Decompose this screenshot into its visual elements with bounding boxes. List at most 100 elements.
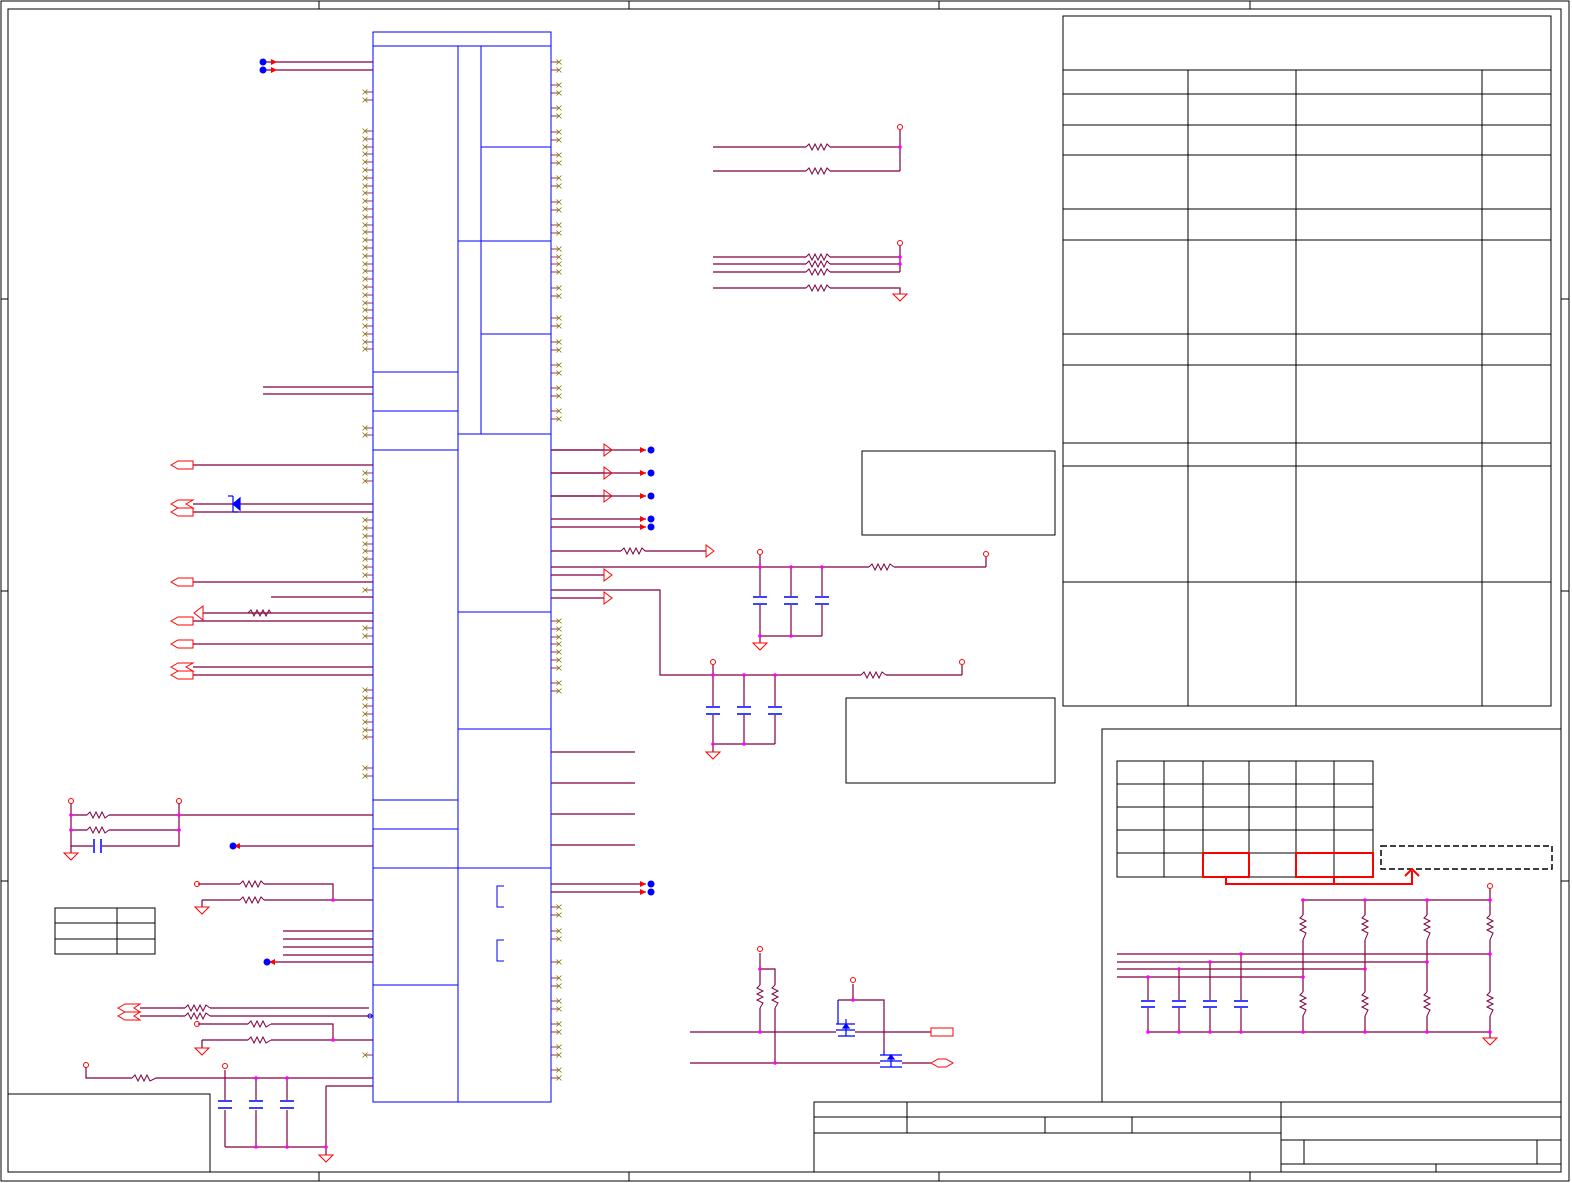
resistor-symbol bbox=[1298, 914, 1308, 941]
capacitor-symbol bbox=[1203, 1000, 1217, 1008]
resistor-symbol bbox=[805, 259, 831, 269]
resistor-symbol bbox=[620, 546, 646, 556]
strap-highlight bbox=[1202, 852, 1420, 885]
power-port-symbol bbox=[983, 551, 989, 557]
capacitor-symbol bbox=[768, 706, 782, 715]
resistor-symbol bbox=[131, 1073, 157, 1083]
off-page-connector-symbol bbox=[169, 662, 195, 672]
off-page-connector-symbol bbox=[603, 591, 613, 605]
mosfet-symbols bbox=[836, 1000, 902, 1068]
resistor-symbol bbox=[755, 984, 765, 1009]
mosfet-symbol bbox=[880, 1050, 902, 1068]
ground-symbol bbox=[704, 751, 722, 760]
off-page-connectors bbox=[116, 443, 955, 1068]
power-port-symbol bbox=[850, 977, 856, 983]
strap-option-panel bbox=[1101, 728, 1561, 1102]
off-page-connector-symbol bbox=[929, 1058, 955, 1068]
bottom-left-note-box bbox=[8, 1093, 211, 1172]
power-port-symbol bbox=[68, 798, 74, 804]
capacitor-symbol bbox=[737, 706, 751, 715]
resistor-symbol bbox=[868, 562, 895, 572]
net-junction-dot bbox=[229, 842, 237, 850]
resistor-symbol bbox=[805, 142, 831, 152]
off-page-connector-symbol bbox=[603, 568, 613, 582]
capacitor-symbol bbox=[218, 1100, 232, 1109]
resistor-symbol bbox=[1360, 914, 1370, 941]
resistor-symbol bbox=[805, 166, 831, 176]
mosfet-symbol bbox=[836, 1000, 855, 1037]
off-page-connector-symbol bbox=[169, 616, 194, 626]
off-page-connector-symbol bbox=[116, 1003, 142, 1013]
net-junction-dot bbox=[259, 66, 267, 74]
resistor-symbol bbox=[1485, 914, 1495, 941]
resistor-symbol bbox=[86, 825, 110, 835]
main-ic-symbol bbox=[372, 31, 552, 1103]
off-page-connector-symbol bbox=[169, 639, 194, 649]
off-page-connector-symbol bbox=[169, 460, 194, 470]
power-port-symbol bbox=[222, 1063, 228, 1069]
off-page-connector-symbol bbox=[169, 507, 194, 517]
capacitors bbox=[93, 596, 1248, 1109]
power-port-symbol bbox=[757, 549, 763, 555]
net-junction-dot bbox=[647, 515, 655, 523]
net-junction-dot bbox=[647, 880, 655, 888]
resistor-symbol bbox=[1422, 914, 1432, 941]
resistor-symbol bbox=[86, 810, 110, 820]
power-port-symbol bbox=[897, 240, 903, 246]
ground-symbol bbox=[62, 852, 80, 861]
capacitor-symbol bbox=[706, 706, 720, 715]
resistor-symbol bbox=[247, 1019, 272, 1029]
capacitor-symbol bbox=[1172, 1000, 1186, 1008]
resistor-symbol bbox=[184, 1003, 211, 1013]
capacitor-symbol bbox=[1141, 1000, 1155, 1008]
resistor-symbol bbox=[1298, 991, 1308, 1017]
small-option-table bbox=[54, 907, 156, 955]
resistor-symbol bbox=[1360, 991, 1370, 1017]
off-page-connector-symbol bbox=[193, 604, 204, 622]
ground-symbol bbox=[317, 1154, 335, 1163]
resistor-symbol bbox=[184, 1011, 211, 1021]
net-junction-dot bbox=[647, 492, 655, 500]
off-page-connector-symbol bbox=[116, 1011, 142, 1021]
title-block bbox=[813, 1101, 1562, 1173]
junctions bbox=[69, 145, 1492, 1149]
resistor-symbol bbox=[860, 670, 887, 680]
net-junction-dot bbox=[647, 523, 655, 531]
power-port-symbol bbox=[897, 124, 903, 130]
resistor-symbol bbox=[1485, 991, 1495, 1017]
revision-table bbox=[1062, 15, 1552, 707]
sheet-frame bbox=[0, 0, 1570, 1182]
resistor-symbol bbox=[239, 879, 265, 889]
capacitor-symbol bbox=[784, 596, 798, 605]
power-port-symbol bbox=[757, 946, 763, 952]
ground-symbol bbox=[193, 906, 211, 915]
power-port-symbol bbox=[710, 659, 716, 665]
resistor-symbol bbox=[239, 895, 265, 905]
net-junction-dot bbox=[259, 58, 267, 66]
net-junction-dot bbox=[647, 888, 655, 896]
power-port-symbol bbox=[83, 1062, 89, 1068]
note-boxes bbox=[845, 450, 1056, 784]
resistor-symbol bbox=[1422, 991, 1432, 1017]
power-port-symbol bbox=[176, 798, 182, 804]
power-port-symbol bbox=[1487, 883, 1493, 889]
resistor-symbol bbox=[805, 267, 831, 277]
wires bbox=[70, 61, 1491, 1155]
capacitor-symbol bbox=[93, 839, 102, 853]
resistor-symbol bbox=[770, 984, 780, 1009]
capacitor-symbol bbox=[280, 1100, 294, 1109]
resistor-symbol bbox=[805, 252, 831, 262]
ground-symbol bbox=[751, 642, 769, 651]
net-junction-dot bbox=[263, 958, 271, 966]
net-junction-dot bbox=[647, 469, 655, 477]
off-page-connector-symbol bbox=[930, 1027, 954, 1037]
power-port-symbol bbox=[959, 659, 965, 665]
ground-symbol bbox=[193, 1047, 211, 1056]
off-page-connector-symbol bbox=[705, 544, 715, 558]
off-page-connector-symbol bbox=[169, 499, 195, 509]
capacitor-symbol bbox=[753, 596, 767, 605]
capacitor-symbol bbox=[815, 596, 829, 605]
note-box bbox=[845, 697, 1056, 784]
ground-symbol bbox=[891, 293, 909, 302]
off-page-connector-symbol bbox=[169, 670, 194, 680]
